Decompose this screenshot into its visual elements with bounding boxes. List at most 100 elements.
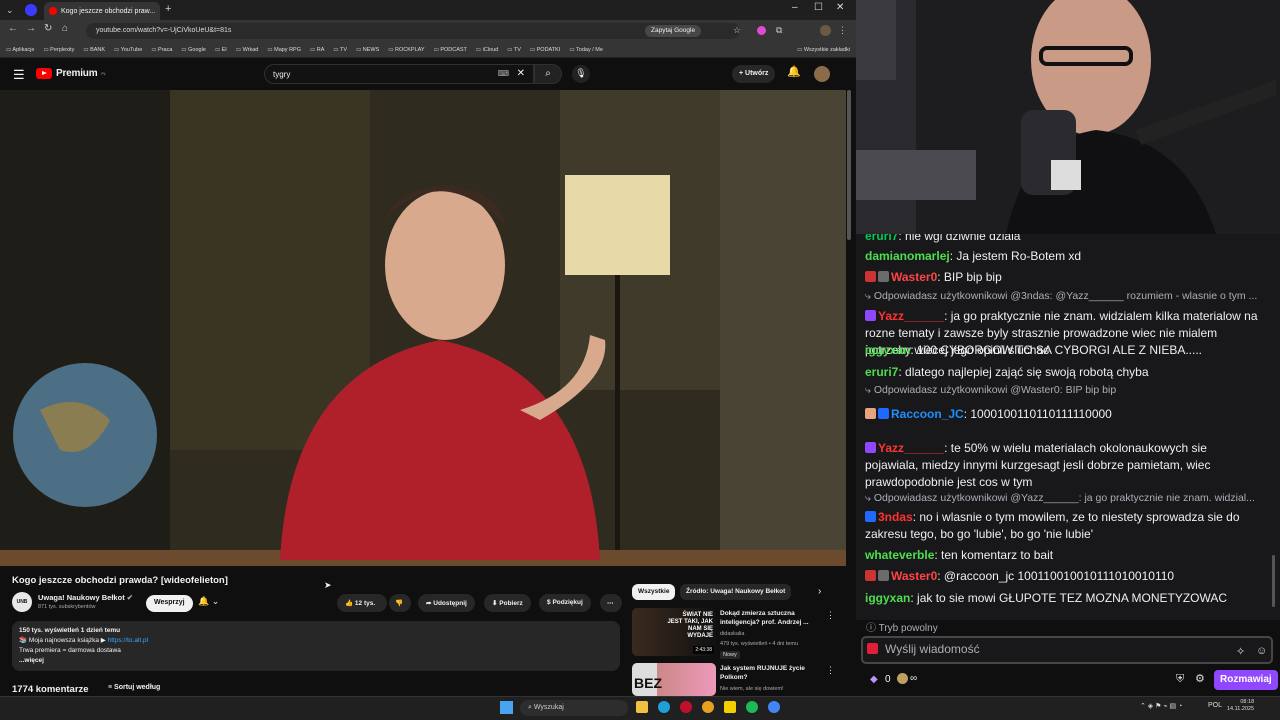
close-window-icon[interactable]: ✕ bbox=[836, 2, 844, 13]
recommended-menu-icon[interactable]: ⋮ bbox=[826, 610, 835, 621]
chat-message[interactable]: Waster0: @raccoon_jc 1001100100101110100… bbox=[865, 568, 1261, 585]
chat-message[interactable]: Yazz______: te 50% w wielu materialach o… bbox=[865, 440, 1261, 491]
chat-message[interactable]: Raccoon_JC: 1000100110110111110000 bbox=[865, 406, 1261, 423]
chat-badge-icon[interactable] bbox=[865, 511, 876, 522]
channel-avatar[interactable]: UNB bbox=[12, 592, 32, 612]
chat-message[interactable]: whateverble: ten komentarz to bait bbox=[865, 547, 1261, 564]
support-button[interactable]: Wesprzyj bbox=[146, 595, 193, 612]
search-icon[interactable]: ⌕ bbox=[534, 64, 562, 84]
extension-icon[interactable] bbox=[757, 26, 766, 35]
microphone-icon[interactable]: 🎙 bbox=[572, 65, 590, 83]
subscription-bell-icon[interactable]: 🔔 ⌄ bbox=[198, 596, 219, 607]
recommended-thumbnail[interactable]: BEZ bbox=[632, 663, 716, 696]
chat-username[interactable]: Yazz______ bbox=[878, 309, 944, 323]
chat-message[interactable]: iggyxan: 100 CYBORGOW TO SA CYBORGI ALE … bbox=[865, 342, 1261, 359]
clock[interactable]: 08:18 14.11.2025 bbox=[1227, 699, 1254, 713]
chat-username[interactable]: Waster0 bbox=[891, 270, 937, 284]
bookmark-item[interactable]: iCloud bbox=[476, 47, 499, 53]
chat-badge-icon[interactable] bbox=[865, 408, 876, 419]
bookmark-star-icon[interactable]: ☆ bbox=[733, 25, 741, 36]
chat-badge-icon[interactable] bbox=[878, 408, 889, 419]
bookmark-item[interactable]: Google bbox=[181, 47, 206, 53]
hamburger-menu-icon[interactable]: ☰ bbox=[13, 67, 25, 83]
chat-badge-icon[interactable] bbox=[865, 271, 876, 282]
bookmark-item[interactable]: Praca bbox=[151, 47, 172, 53]
edge-icon[interactable] bbox=[658, 701, 670, 713]
magic-wand-icon[interactable]: ✧ bbox=[1236, 645, 1245, 658]
bookmark-item[interactable]: Wrkad bbox=[236, 47, 259, 53]
bookmark-item[interactable]: BANK bbox=[83, 47, 105, 53]
share-button[interactable]: ➦ Udostępnij bbox=[418, 594, 475, 612]
recommended-title[interactable]: Dokąd zmierza sztuczna inteligencja? pro… bbox=[720, 609, 816, 627]
bookmark-item[interactable]: RA bbox=[310, 47, 325, 53]
recommended-channel[interactable]: didaskalia bbox=[720, 630, 744, 638]
channel-points-icon[interactable] bbox=[897, 673, 908, 684]
bookmark-item[interactable]: TV bbox=[507, 47, 521, 53]
chat-username[interactable]: damianomarlej bbox=[865, 249, 950, 263]
file-explorer-icon[interactable] bbox=[636, 701, 648, 713]
extensions-icon[interactable]: ⧉ bbox=[776, 25, 782, 36]
channel-name[interactable]: Uwaga! Naukowy Bełkot ✔ bbox=[38, 593, 133, 602]
chat-username[interactable]: iggyxan bbox=[865, 343, 910, 357]
browser-menu-icon[interactable]: ⋮ bbox=[838, 25, 847, 36]
user-avatar[interactable] bbox=[814, 66, 830, 82]
download-button[interactable]: ⬇ Pobierz bbox=[484, 594, 531, 612]
keyboard-icon[interactable]: ⌨ bbox=[497, 69, 509, 78]
notifications-bell-icon[interactable]: 🔔 bbox=[787, 65, 801, 78]
like-button[interactable]: 👍 12 tys. bbox=[337, 594, 387, 612]
chat-message[interactable]: eruri7: nie wgl dziwnie dziala bbox=[865, 234, 1261, 245]
create-button[interactable]: + Utwórz bbox=[732, 65, 776, 83]
clear-search-icon[interactable]: ✕ bbox=[517, 68, 525, 79]
thanks-button[interactable]: $ Podziękuj bbox=[539, 594, 591, 612]
bookmark-item[interactable]: PODCAST bbox=[434, 47, 467, 53]
sort-button[interactable]: ≡ Sortuj według bbox=[108, 684, 160, 691]
close-tab-icon[interactable]: ✕ bbox=[159, 7, 160, 16]
bookmark-item[interactable]: ROCKPLAY bbox=[388, 47, 425, 53]
chat-username[interactable]: iggyxan bbox=[865, 591, 910, 605]
chat-username[interactable]: eruri7 bbox=[865, 234, 898, 243]
chat-username[interactable]: Raccoon_JC bbox=[891, 407, 964, 421]
page-scrollbar[interactable] bbox=[847, 90, 851, 240]
chat-badge-icon[interactable] bbox=[865, 310, 876, 321]
chat-message[interactable]: damianomarlej: Ja jestem Ro-Botem xd bbox=[865, 248, 1261, 265]
recommended-channel[interactable]: Nie wiem, ale się dowiem! bbox=[720, 685, 784, 693]
back-icon[interactable]: ← bbox=[8, 23, 18, 34]
desc-more-link[interactable]: ...więcej bbox=[19, 656, 613, 666]
emote-icon[interactable]: ☺ bbox=[1256, 645, 1267, 657]
chat-badge-icon[interactable] bbox=[865, 570, 876, 581]
bookmark-item[interactable]: EI bbox=[215, 47, 227, 53]
chips-next-icon[interactable]: › bbox=[818, 586, 821, 597]
desc-link[interactable]: https://to.alt.pl bbox=[108, 637, 148, 644]
chat-badge-icon[interactable] bbox=[878, 570, 889, 581]
reload-icon[interactable]: ↻ bbox=[44, 23, 52, 34]
shield-icon[interactable]: ⛨ bbox=[1176, 673, 1184, 686]
bookmark-item[interactable]: Aplikacje bbox=[6, 47, 34, 53]
tray-icons[interactable]: ⌃ ◈ ⚑ ⌁ ▤ ◔ bbox=[1140, 702, 1182, 710]
bookmark-item[interactable]: TV bbox=[333, 47, 347, 53]
chat-message[interactable]: 3ndas: no i wlasnie o tym mowilem, ze to… bbox=[865, 509, 1261, 543]
bookmark-item[interactable]: YouTube bbox=[114, 47, 143, 53]
recommended-thumbnail[interactable]: ŚWIAT NIE JEST TAKI, JAK NAM SIĘ WYDAJE … bbox=[632, 608, 716, 656]
chat-settings-icon[interactable]: ⚙ bbox=[1195, 672, 1205, 685]
windows-start-icon[interactable] bbox=[500, 701, 513, 714]
maximize-icon[interactable]: ☐ bbox=[814, 2, 823, 13]
new-tab-icon[interactable]: + bbox=[165, 3, 171, 15]
url-field[interactable]: youtube.com/watch?v=-UjCiVkoUeU&t=81s bbox=[86, 23, 740, 39]
chat-username[interactable]: Yazz______ bbox=[878, 441, 944, 455]
bookmark-item[interactable]: Today / Me bbox=[569, 47, 603, 53]
browser-tab[interactable]: Kogo jeszcze obchodzi praw... ✕ bbox=[44, 2, 160, 20]
more-actions-icon[interactable]: ⋯ bbox=[600, 594, 622, 612]
chat-username[interactable]: Waster0 bbox=[891, 569, 937, 583]
chat-message[interactable]: eruri7: dlatego najlepiej zająć się swoj… bbox=[865, 364, 1261, 381]
chat-badge-icon[interactable] bbox=[865, 442, 876, 453]
taskbar-search[interactable]: ⌕ Wyszukaj bbox=[520, 700, 628, 716]
youtube-logo[interactable]: Premium PL bbox=[36, 68, 106, 79]
video-description[interactable]: 150 tys. wyświetleń 1 dzień temu 📚 Moja … bbox=[12, 621, 620, 671]
search-input[interactable]: tygry ⌨ ✕ bbox=[264, 64, 534, 84]
profile-icon[interactable] bbox=[25, 4, 37, 16]
chat-username[interactable]: eruri7 bbox=[865, 365, 898, 379]
chat-message[interactable]: iggyxan: jak to sie mowi GŁUPOTE TEZ MOZ… bbox=[865, 590, 1261, 607]
bits-icon[interactable]: ◆ bbox=[870, 674, 878, 685]
tab-list-icon[interactable]: ⌄ bbox=[6, 5, 14, 16]
video-player[interactable] bbox=[0, 90, 846, 566]
